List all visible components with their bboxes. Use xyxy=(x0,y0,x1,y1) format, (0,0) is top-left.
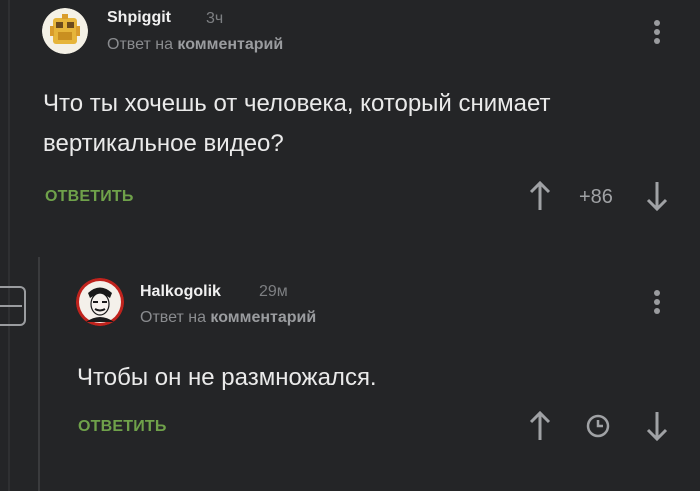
author-name[interactable]: Halkogolik xyxy=(140,283,221,301)
avatar[interactable] xyxy=(42,8,88,54)
downvote-arrow-icon[interactable] xyxy=(645,180,669,212)
comment-time: 29м xyxy=(259,283,288,300)
reply-button[interactable]: ОТВЕТИТЬ xyxy=(45,188,134,206)
comment-text: Что ты хочешь от человека, который снима… xyxy=(43,90,551,157)
yellow-robot-avatar-icon xyxy=(42,8,88,54)
reply-to-target: комментарий xyxy=(177,36,284,53)
more-options-icon[interactable] xyxy=(653,290,661,317)
man-portrait-avatar-icon xyxy=(76,278,124,326)
comment-shpiggit: Shpiggit 3ч Ответ на комментарий Что ты … xyxy=(0,0,700,240)
author-name[interactable]: Shpiggit xyxy=(107,9,171,27)
comment-thread: Shpiggit 3ч Ответ на комментарий Что ты … xyxy=(0,0,700,491)
reply-to-target: комментарий xyxy=(210,309,317,326)
reply-to-link[interactable]: Ответ на комментарий xyxy=(140,309,316,327)
upvote-arrow-icon[interactable] xyxy=(528,410,552,442)
reply-to-link[interactable]: Ответ на комментарий xyxy=(107,36,283,54)
comment-time: 3ч xyxy=(206,10,224,27)
reply-button[interactable]: ОТВЕТИТЬ xyxy=(78,418,167,436)
upvote-arrow-icon[interactable] xyxy=(528,180,552,212)
comment-text: Чтобы он не размножался. xyxy=(77,364,377,391)
more-options-icon[interactable] xyxy=(653,20,661,47)
avatar[interactable] xyxy=(76,278,124,326)
reply-to-prefix: Ответ на xyxy=(140,309,206,326)
clock-icon[interactable] xyxy=(586,414,610,438)
downvote-arrow-icon[interactable] xyxy=(645,410,669,442)
rating-value: +86 xyxy=(579,186,613,208)
comment-halkogolik: Halkogolik 29м Ответ на комментарий Чтоб… xyxy=(0,262,700,491)
reply-to-prefix: Ответ на xyxy=(107,36,173,53)
